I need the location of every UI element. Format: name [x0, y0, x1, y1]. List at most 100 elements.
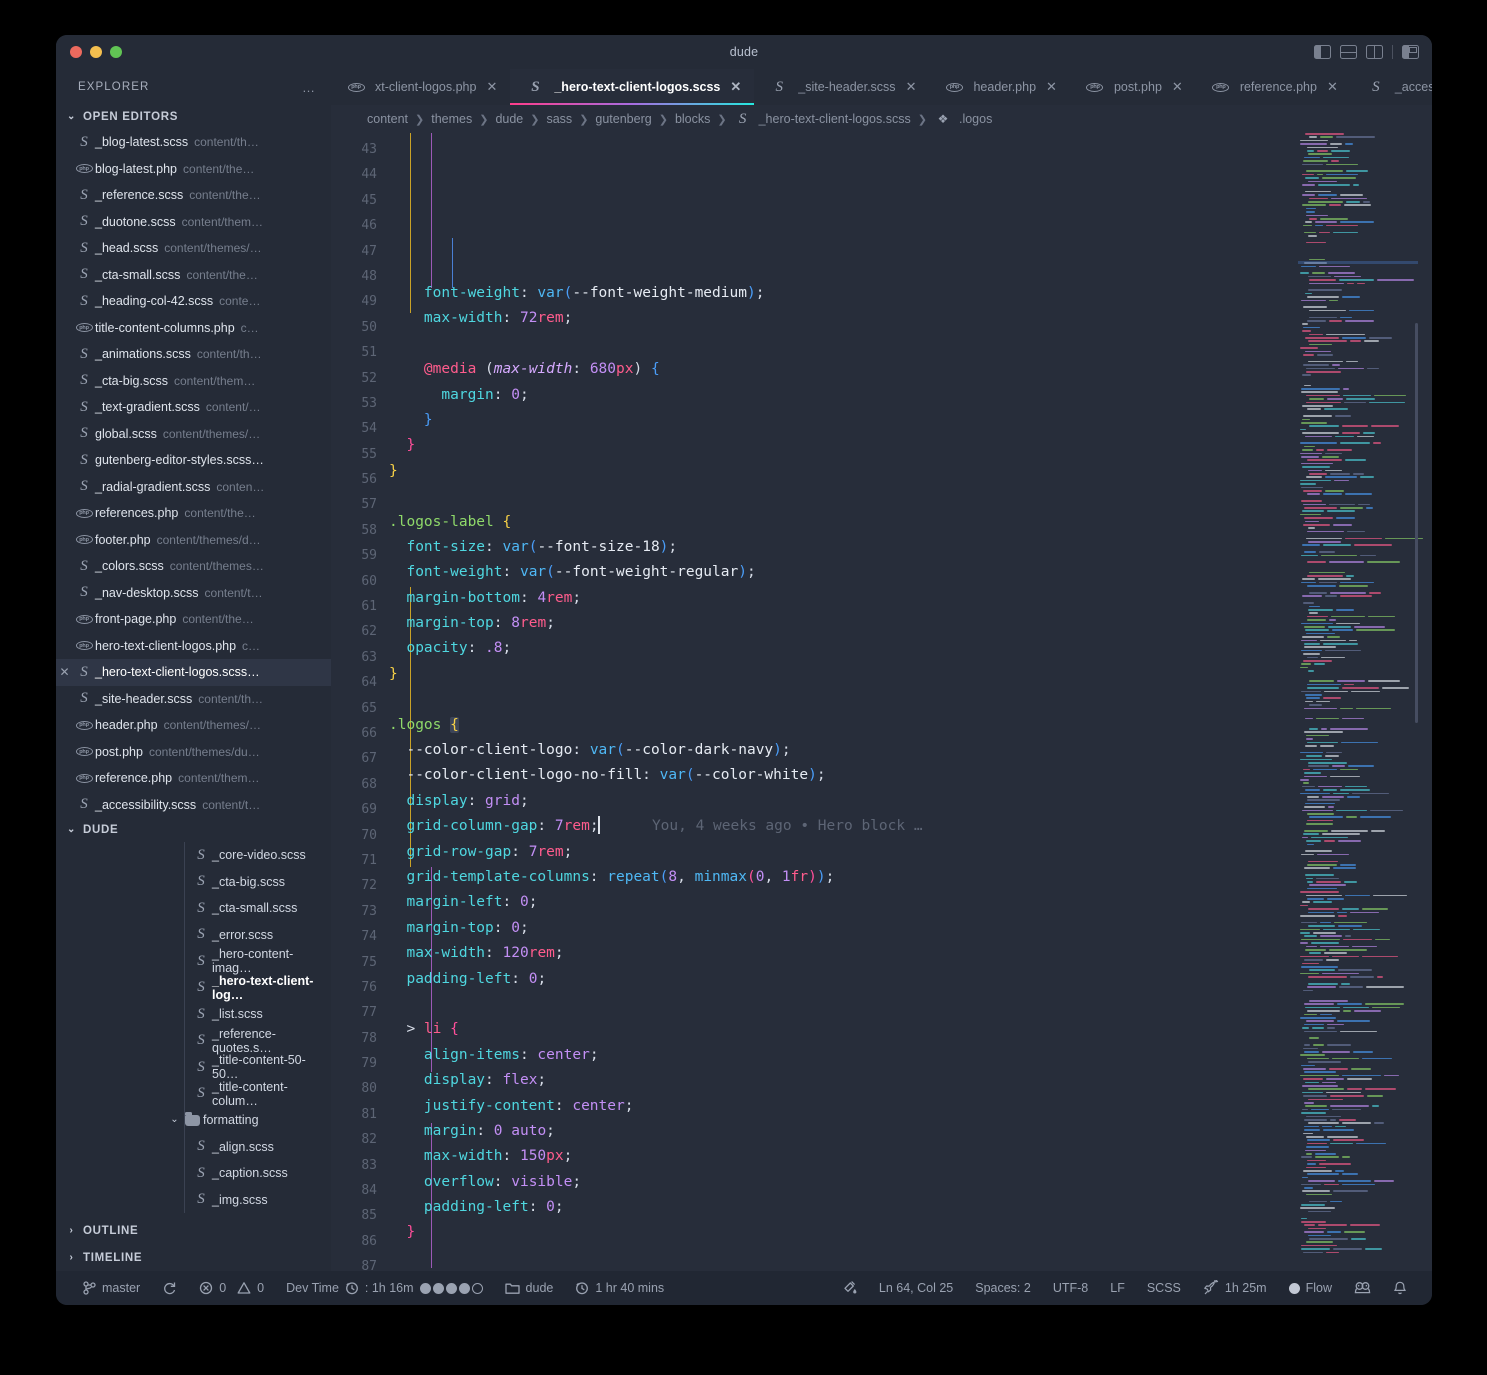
status-color-picker[interactable]: [831, 1280, 868, 1296]
tree-file-item[interactable]: S _cta-small.scss: [56, 895, 331, 922]
chevron-down-icon[interactable]: ⌄: [168, 1115, 181, 1125]
code-content[interactable]: font-weight: var(--font-weight-medium); …: [389, 133, 1432, 1271]
open-editor-item[interactable]: S _colors.scss content/themes…: [56, 553, 331, 580]
code-line[interactable]: align-items: center;: [389, 1043, 1432, 1068]
code-line[interactable]: --color-client-logo: var(--color-dark-na…: [389, 738, 1432, 763]
code-line[interactable]: margin-top: 8rem;: [389, 611, 1432, 636]
code-line[interactable]: [389, 687, 1432, 712]
code-line[interactable]: font-size: var(--font-size-18);: [389, 535, 1432, 560]
tree-file-item[interactable]: S _reference-quotes.s…: [56, 1027, 331, 1055]
open-editor-item[interactable]: php footer.php content/themes/d…: [56, 527, 331, 554]
code-line[interactable]: justify-content: center;: [389, 1094, 1432, 1119]
breadcrumb-item[interactable]: .logos: [959, 112, 992, 126]
status-sync[interactable]: [151, 1281, 188, 1296]
status-cursor-position[interactable]: Ln 64, Col 25: [868, 1281, 964, 1295]
section-project[interactable]: ⌄ DUDE: [56, 818, 331, 842]
breadcrumb-item[interactable]: _hero-text-client-logos.scss: [759, 112, 911, 126]
open-editor-item[interactable]: php references.php content/the…: [56, 500, 331, 527]
editor-tab[interactable]: php xt-client-logos.php ✕: [331, 69, 510, 105]
status-dev-time[interactable]: Dev Time : 1h 16m: [275, 1281, 493, 1295]
open-editor-item[interactable]: S _reference.scss content/the…: [56, 182, 331, 209]
open-editor-item[interactable]: S _site-header.scss content/th…: [56, 686, 331, 713]
code-line[interactable]: grid-column-gap: 7rem; You, 4 weeks ago …: [389, 814, 1432, 839]
close-editor-icon[interactable]: ✕: [56, 665, 73, 679]
code-line[interactable]: > li {: [389, 1017, 1432, 1042]
breadcrumb-item[interactable]: sass: [546, 112, 572, 126]
open-editor-item[interactable]: S _heading-col-42.scss conte…: [56, 288, 331, 315]
open-editor-item[interactable]: php post.php content/themes/du…: [56, 739, 331, 766]
code-line[interactable]: overflow: visible;: [389, 1170, 1432, 1195]
toggle-panel-icon[interactable]: [1340, 45, 1357, 59]
code-line[interactable]: margin-top: 0;: [389, 916, 1432, 941]
code-line[interactable]: max-width: 72rem;: [389, 306, 1432, 331]
open-editor-item[interactable]: php header.php content/themes/…: [56, 712, 331, 739]
status-flow[interactable]: Flow: [1278, 1281, 1343, 1295]
breadcrumb-item[interactable]: dude: [495, 112, 523, 126]
toggle-primary-sidebar-icon[interactable]: [1314, 45, 1331, 59]
open-editor-item[interactable]: S _animations.scss content/th…: [56, 341, 331, 368]
close-tab-icon[interactable]: ✕: [1046, 79, 1057, 95]
editor-tab[interactable]: php post.php ✕: [1070, 69, 1196, 105]
code-line[interactable]: padding-left: 0;: [389, 1195, 1432, 1220]
code-line[interactable]: [389, 1246, 1432, 1271]
breadcrumb-item[interactable]: content: [367, 112, 408, 126]
code-line[interactable]: display: grid;: [389, 789, 1432, 814]
open-editor-item[interactable]: S _text-gradient.scss content/…: [56, 394, 331, 421]
code-line[interactable]: opacity: .8;: [389, 636, 1432, 661]
code-line[interactable]: }: [389, 408, 1432, 433]
open-editor-item[interactable]: S _accessibility.scss content/t…: [56, 792, 331, 819]
open-editor-item[interactable]: php front-page.php content/the…: [56, 606, 331, 633]
status-eol[interactable]: LF: [1099, 1281, 1136, 1295]
code-line[interactable]: font-weight: var(--font-weight-regular);: [389, 560, 1432, 585]
code-line[interactable]: }: [389, 662, 1432, 687]
open-editor-item[interactable]: S _blog-latest.scss content/th…: [56, 129, 331, 156]
customize-layout-icon[interactable]: [1402, 45, 1419, 59]
code-line[interactable]: max-width: 120rem;: [389, 941, 1432, 966]
editor-tab[interactable]: S _accessibility: [1351, 69, 1432, 105]
section-outline[interactable]: › OUTLINE: [56, 1217, 331, 1244]
code-line[interactable]: .logos {: [389, 713, 1432, 738]
tree-file-item[interactable]: S _error.scss: [56, 921, 331, 948]
code-line[interactable]: grid-template-columns: repeat(8, minmax(…: [389, 865, 1432, 890]
breadcrumb[interactable]: content ❯ themes ❯ dude ❯ sass ❯ gutenberg ❯ block…: [331, 105, 1432, 133]
open-editor-item[interactable]: Sglobal.scss content/themes/…: [56, 421, 331, 448]
close-tab-icon[interactable]: ✕: [906, 79, 917, 95]
code-line[interactable]: display: flex;: [389, 1068, 1432, 1093]
code-line[interactable]: max-width: 150px;: [389, 1144, 1432, 1169]
status-problems[interactable]: 0 0: [188, 1281, 275, 1295]
status-session-time[interactable]: 1 hr 40 mins: [564, 1281, 675, 1295]
code-line[interactable]: padding-left: 0;: [389, 967, 1432, 992]
tree-file-item[interactable]: S _title-content-50-50…: [56, 1053, 331, 1081]
code-line[interactable]: @media (max-width: 680px) {: [389, 357, 1432, 382]
open-editor-item[interactable]: S _cta-small.scss content/the…: [56, 262, 331, 289]
code-line[interactable]: margin-left: 0;: [389, 890, 1432, 915]
code-line[interactable]: [389, 484, 1432, 509]
code-line[interactable]: [389, 332, 1432, 357]
editor-tab[interactable]: S _hero-text-client-logos.scss ✕: [510, 69, 755, 105]
code-line[interactable]: }: [389, 1220, 1432, 1245]
code-line[interactable]: .logos-label {: [389, 510, 1432, 535]
code-line[interactable]: }: [389, 433, 1432, 458]
open-editor-item[interactable]: php hero-text-client-logos.php c…: [56, 633, 331, 660]
project-file-tree[interactable]: S _core-video.scss S _cta-big.scss S _cta-sma…: [56, 842, 331, 1213]
explorer-more-icon[interactable]: …: [302, 80, 317, 95]
breadcrumb-item[interactable]: gutenberg: [595, 112, 651, 126]
toggle-secondary-sidebar-icon[interactable]: [1366, 45, 1383, 59]
code-line[interactable]: margin-bottom: 4rem;: [389, 586, 1432, 611]
tree-file-item[interactable]: S _img.scss: [56, 1186, 331, 1213]
tree-file-item[interactable]: S _caption.scss: [56, 1160, 331, 1187]
close-tab-icon[interactable]: ✕: [1172, 79, 1183, 95]
status-notifications[interactable]: [1382, 1281, 1418, 1296]
breadcrumb-item[interactable]: themes: [431, 112, 472, 126]
status-remote[interactable]: [1343, 1281, 1382, 1296]
code-line[interactable]: font-weight: var(--font-weight-medium);: [389, 281, 1432, 306]
code-line[interactable]: margin: 0 auto;: [389, 1119, 1432, 1144]
code-line[interactable]: }: [389, 459, 1432, 484]
close-tab-icon[interactable]: ✕: [486, 79, 497, 95]
tree-file-item[interactable]: S _title-content-colum…: [56, 1080, 331, 1108]
code-line[interactable]: --color-client-logo-no-fill: var(--color…: [389, 763, 1432, 788]
section-timeline[interactable]: › TIMELINE: [56, 1244, 331, 1271]
open-editor-item[interactable]: S _duotone.scss content/them…: [56, 209, 331, 236]
tree-file-item[interactable]: S _list.scss: [56, 1001, 331, 1028]
status-indentation[interactable]: Spaces: 2: [964, 1281, 1042, 1295]
